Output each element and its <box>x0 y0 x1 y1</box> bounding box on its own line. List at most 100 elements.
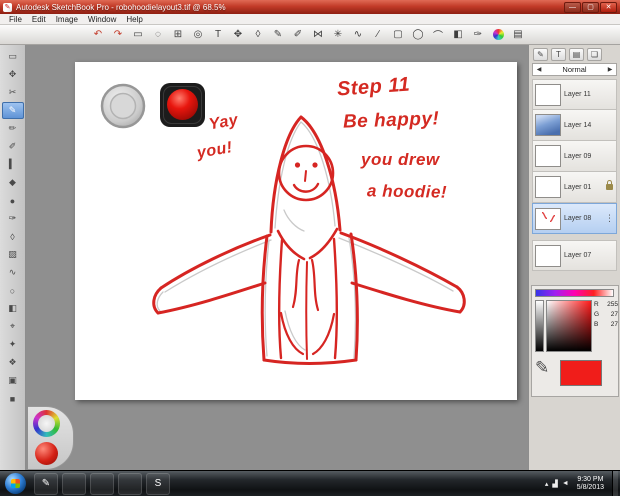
blend-mode-label[interactable]: Normal <box>545 65 604 74</box>
ellipse-icon[interactable]: ◯ <box>408 26 428 43</box>
menu-file[interactable]: File <box>4 15 27 24</box>
hidden-icons-button[interactable]: ▴ <box>545 480 549 488</box>
menu-image[interactable]: Image <box>51 15 83 24</box>
luminance-slider[interactable] <box>535 300 544 352</box>
drawing-canvas[interactable]: Step 11 Be happy! you drew a hoodie! Yay… <box>75 62 517 400</box>
clock-date: 5/8/2013 <box>577 484 604 492</box>
tool-chisel[interactable]: ◆ <box>2 174 24 191</box>
annotation-you-drew: you drew <box>361 150 440 170</box>
layer-thumbnail[interactable] <box>535 208 561 230</box>
start-button[interactable] <box>5 473 26 494</box>
layer-thumbnail[interactable] <box>535 145 561 167</box>
brush-settings-icon[interactable]: ✎ <box>533 48 548 61</box>
tool-custom-2[interactable]: ❖ <box>2 354 24 371</box>
skype-icon[interactable]: S <box>146 473 170 495</box>
gray-button-drawing <box>102 85 144 127</box>
layer-name: Layer 07 <box>564 252 614 259</box>
tool-custom-3[interactable]: ▣ <box>2 372 24 389</box>
layer-name: Layer 14 <box>564 122 614 129</box>
steady-stroke-icon[interactable]: ∿ <box>348 26 368 43</box>
lasso-select-icon[interactable]: ◌ <box>148 26 168 43</box>
tool-eraser-soft[interactable]: ◊ <box>2 228 24 245</box>
color-wheel-puck[interactable] <box>33 410 60 437</box>
hue-slider[interactable] <box>535 289 614 297</box>
brush-editor-icon[interactable]: ✑ <box>468 26 488 43</box>
current-color-swatch[interactable] <box>560 360 602 386</box>
tool-fill[interactable]: ◧ <box>2 300 24 317</box>
menu-edit[interactable]: Edit <box>27 15 51 24</box>
maximize-button[interactable]: ▢ <box>582 2 599 13</box>
pencil-mode-icon[interactable]: ✎ <box>535 358 549 378</box>
layer-row[interactable]: Layer 01 ⋮ <box>532 172 617 203</box>
redo-icon[interactable]: ↷ <box>108 26 128 43</box>
menu-window[interactable]: Window <box>83 15 121 24</box>
crop-icon[interactable]: ⊞ <box>168 26 188 43</box>
explorer-folder-icon[interactable] <box>90 473 114 495</box>
layer-row[interactable]: Layer 07 ⋮ <box>532 240 617 271</box>
rectangle-icon[interactable]: ▢ <box>388 26 408 43</box>
tool-brush[interactable]: ✎ <box>2 102 24 119</box>
layer-menu-icon[interactable]: ❏ <box>587 48 602 61</box>
tool-eyedropper[interactable]: ⌖ <box>2 318 24 335</box>
blend-next-button[interactable]: ▶ <box>604 66 616 73</box>
layer-row[interactable]: Layer 08 ⋮ <box>532 203 617 234</box>
tool-selection[interactable]: ▭ <box>2 48 24 65</box>
layer-thumbnail[interactable] <box>535 176 561 198</box>
text-panel-icon[interactable]: T <box>551 48 566 61</box>
text-tool-icon[interactable]: T <box>208 26 228 43</box>
blend-prev-button[interactable]: ◀ <box>533 66 545 73</box>
minimize-button[interactable]: — <box>564 2 581 13</box>
clock-time: 9:30 PM <box>577 476 604 484</box>
tool-blur[interactable]: ○ <box>2 282 24 299</box>
symmetry-y-icon[interactable]: ✳ <box>328 26 348 43</box>
menu-help[interactable]: Help <box>121 15 147 24</box>
window-title: Autodesk SketchBook Pro - robohoodielayo… <box>16 3 564 12</box>
fill-icon[interactable]: ◧ <box>448 26 468 43</box>
tool-crop[interactable]: ✂ <box>2 84 24 101</box>
color-ball-icon[interactable]: ● <box>488 26 508 43</box>
layer-name: Layer 11 <box>564 91 614 98</box>
tool-swatch[interactable]: ■ <box>2 390 24 407</box>
layer-name: Layer 09 <box>564 153 614 160</box>
sketchbook-app-icon[interactable]: ✎ <box>34 473 58 495</box>
flipbook-icon[interactable]: ▤ <box>569 48 584 61</box>
layer-options-icon[interactable]: ⋮ <box>605 214 614 223</box>
pen-icon[interactable]: ✐ <box>288 26 308 43</box>
move-icon[interactable]: ✥ <box>228 26 248 43</box>
firefox-icon[interactable] <box>62 473 86 495</box>
tool-pencil[interactable]: ✏ <box>2 120 24 137</box>
eraser-icon[interactable]: ◊ <box>248 26 268 43</box>
close-button[interactable]: ✕ <box>600 2 617 13</box>
layer-row[interactable]: Layer 09 ⋮ <box>532 141 617 172</box>
brush-palette-icon[interactable]: ▤ <box>508 26 528 43</box>
tool-custom-1[interactable]: ✦ <box>2 336 24 353</box>
saturation-value-picker[interactable] <box>546 300 592 352</box>
volume-icon[interactable]: ◄ <box>562 480 569 487</box>
taskbar-clock[interactable]: 9:30 PM 5/8/2013 <box>573 476 608 492</box>
titlebar[interactable]: ✎ Autodesk SketchBook Pro - robohoodiela… <box>0 0 620 14</box>
layer-thumbnail[interactable] <box>535 84 561 106</box>
layer-row[interactable]: Layer 14 ⋮ <box>532 110 617 141</box>
tool-ballpoint[interactable]: ● <box>2 192 24 209</box>
media-player-icon[interactable] <box>118 473 142 495</box>
symmetry-x-icon[interactable]: ⋈ <box>308 26 328 43</box>
network-icon[interactable]: ▟ <box>552 480 557 488</box>
tool-move[interactable]: ✥ <box>2 66 24 83</box>
layer-row[interactable]: Layer 11 ⋮ <box>532 79 617 110</box>
zoom-icon[interactable]: ◎ <box>188 26 208 43</box>
line-icon[interactable]: ∕ <box>368 26 388 43</box>
layer-thumbnail[interactable] <box>535 245 561 267</box>
menubar: FileEditImageWindowHelp <box>0 14 620 25</box>
curve-icon[interactable]: ⌒ <box>428 26 448 43</box>
marquee-select-icon[interactable]: ▭ <box>128 26 148 43</box>
show-desktop-button[interactable] <box>612 471 618 496</box>
tool-airbrush[interactable]: ✐ <box>2 138 24 155</box>
undo-icon[interactable]: ↶ <box>88 26 108 43</box>
tool-eraser-hard[interactable]: ▨ <box>2 246 24 263</box>
pencil-icon[interactable]: ✎ <box>268 26 288 43</box>
tool-felt-pen[interactable]: ✑ <box>2 210 24 227</box>
tool-smear[interactable]: ∿ <box>2 264 24 281</box>
brush-puck[interactable] <box>35 442 58 465</box>
tool-marker[interactable]: ▍ <box>2 156 24 173</box>
layer-thumbnail[interactable] <box>535 114 561 136</box>
